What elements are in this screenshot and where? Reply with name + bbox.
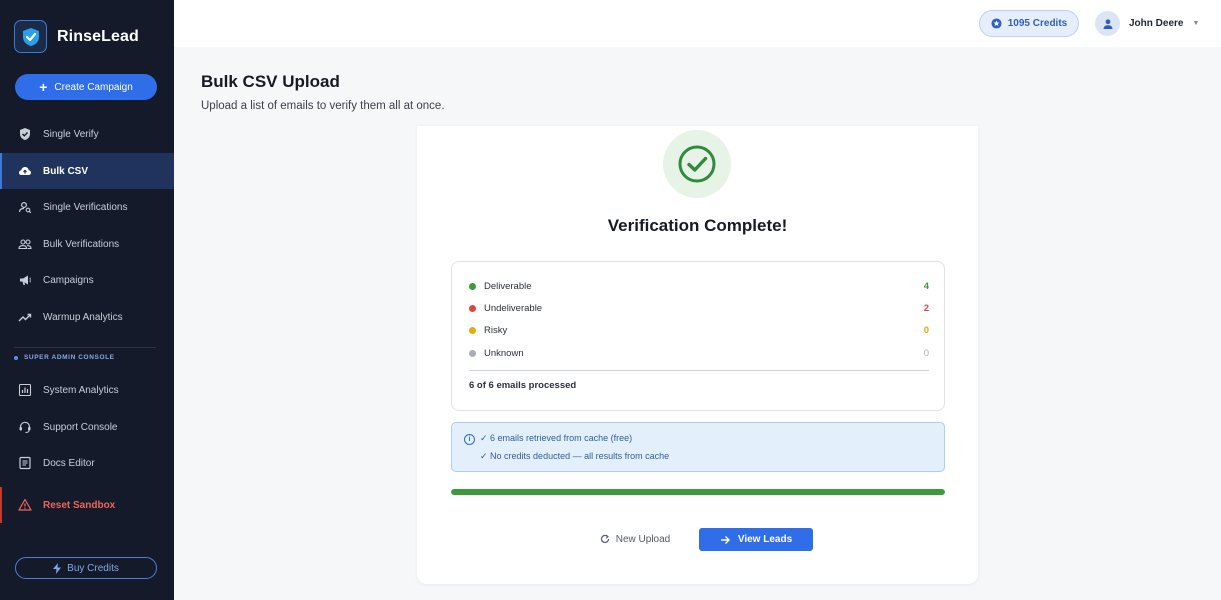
sidebar-item-label: Bulk CSV (43, 165, 89, 177)
result-count: 4 (923, 280, 929, 292)
brand-name: RinseLead (57, 27, 139, 45)
progress-bar (451, 489, 945, 495)
topbar: 1095 Credits John Deere ▼ (174, 0, 1221, 47)
result-count: 0 (923, 324, 929, 336)
result-row-risky: Risky 0 (469, 322, 929, 338)
chevron-down-icon: ▼ (1192, 20, 1200, 27)
sidebar-item-label: Campaigns (43, 274, 94, 286)
sidebar-item-system-analytics[interactable]: System Analytics (0, 372, 174, 408)
result-row-deliverable: Deliverable 4 (469, 278, 929, 294)
sidebar-item-label: Single Verify (43, 128, 99, 140)
status-dot-icon (469, 349, 476, 357)
sidebar-item-label: Docs Editor (43, 457, 95, 469)
megaphone-icon (20, 275, 32, 285)
refresh-icon (600, 534, 609, 544)
results-summary: Deliverable 4 Undeliverable 2 Risky 0 Un… (451, 261, 945, 411)
page-title: Bulk CSV Upload (201, 72, 340, 91)
result-row-unknown: Unknown 0 (469, 345, 929, 361)
sidebar-item-campaigns[interactable]: Campaigns (0, 262, 174, 298)
status-dot-icon (469, 304, 476, 312)
sidebar-item-label: Warmup Analytics (43, 311, 123, 323)
sidebar-item-single-verifications[interactable]: Single Verifications (0, 189, 174, 225)
brand[interactable]: RinseLead (14, 20, 139, 53)
sidebar-divider (14, 347, 156, 348)
arrow-right-icon (720, 535, 730, 544)
new-upload-label: New Upload (615, 533, 671, 545)
user-name: John Deere (1129, 18, 1184, 29)
reset-sandbox-label: Reset Sandbox (43, 499, 116, 511)
divider (469, 370, 929, 371)
person-search-icon (18, 201, 32, 214)
sidebar-item-label: System Analytics (43, 384, 119, 396)
person-icon (1103, 18, 1112, 29)
credits-label: 1095 Credits (1007, 18, 1068, 29)
trending-up-icon (18, 313, 32, 322)
result-count: 2 (923, 302, 929, 314)
buy-credits-label: Buy Credits (67, 562, 119, 574)
status-dot-icon (469, 326, 476, 334)
sidebar-item-bulk-csv[interactable]: Bulk CSV (0, 153, 174, 189)
create-campaign-label: Create Campaign (54, 81, 133, 93)
sidebar: RinseLead + Create Campaign Single Verif… (0, 0, 174, 600)
cache-info-box: i ✓ 6 emails retrieved from cache (free)… (451, 422, 945, 472)
sidebar-item-label: Single Verifications (43, 201, 128, 213)
verification-complete-title: Verification Complete! (607, 216, 788, 235)
buy-credits-button[interactable]: Buy Credits (15, 557, 157, 579)
sidebar-item-docs-editor[interactable]: Docs Editor (0, 445, 174, 481)
info-line: ✓ 6 emails retrieved from cache (free) (480, 433, 633, 443)
info-icon: i (464, 434, 475, 445)
sidebar-item-label: Support Console (43, 421, 118, 433)
success-check-icon (663, 130, 731, 198)
user-menu[interactable]: John Deere ▼ (1095, 11, 1199, 36)
status-dot-icon (469, 282, 476, 290)
page-subtitle: Upload a list of emails to verify them a… (201, 100, 445, 112)
shield-check-icon (20, 128, 30, 140)
sidebar-item-single-verify[interactable]: Single Verify (0, 116, 174, 152)
bar-chart-icon (18, 383, 32, 397)
section-label: SUPER ADMIN CONSOLE (14, 354, 115, 361)
sidebar-item-warmup-analytics[interactable]: Warmup Analytics (0, 299, 174, 335)
plus-icon: + (39, 79, 48, 95)
document-icon (19, 456, 31, 470)
result-count: 0 (923, 347, 929, 359)
sidebar-item-bulk-verifications[interactable]: Bulk Verifications (0, 226, 174, 262)
reset-sandbox-button[interactable]: Reset Sandbox (0, 487, 174, 523)
avatar (1095, 11, 1120, 36)
sidebar-item-support-console[interactable]: Support Console (0, 409, 174, 445)
lightning-icon (53, 562, 62, 574)
new-upload-button[interactable]: New Upload (595, 528, 675, 550)
result-label: Deliverable (484, 280, 532, 292)
cloud-upload-icon (19, 167, 31, 175)
create-campaign-button[interactable]: + Create Campaign (15, 74, 157, 100)
headset-icon (19, 421, 31, 433)
credits-badge[interactable]: 1095 Credits (979, 10, 1079, 37)
logo-icon (14, 20, 47, 53)
warning-icon (18, 498, 32, 511)
people-icon (18, 239, 32, 250)
result-label: Undeliverable (484, 302, 543, 314)
result-label: Risky (484, 324, 508, 336)
processed-count: 6 of 6 emails processed (469, 380, 577, 391)
result-row-undeliverable: Undeliverable 2 (469, 300, 929, 316)
info-line: ✓ No credits deducted — all results from… (480, 451, 670, 461)
star-coin-icon (991, 18, 1002, 29)
progress-fill (451, 489, 945, 495)
verification-result-card: Verification Complete! Deliverable 4 Und… (417, 126, 978, 584)
sidebar-item-label: Bulk Verifications (43, 238, 120, 250)
view-leads-label: View Leads (737, 534, 793, 545)
view-leads-button[interactable]: View Leads (699, 528, 813, 551)
section-label-text: SUPER ADMIN CONSOLE (24, 354, 115, 361)
section-dot-icon (14, 355, 18, 360)
result-label: Unknown (484, 347, 524, 359)
